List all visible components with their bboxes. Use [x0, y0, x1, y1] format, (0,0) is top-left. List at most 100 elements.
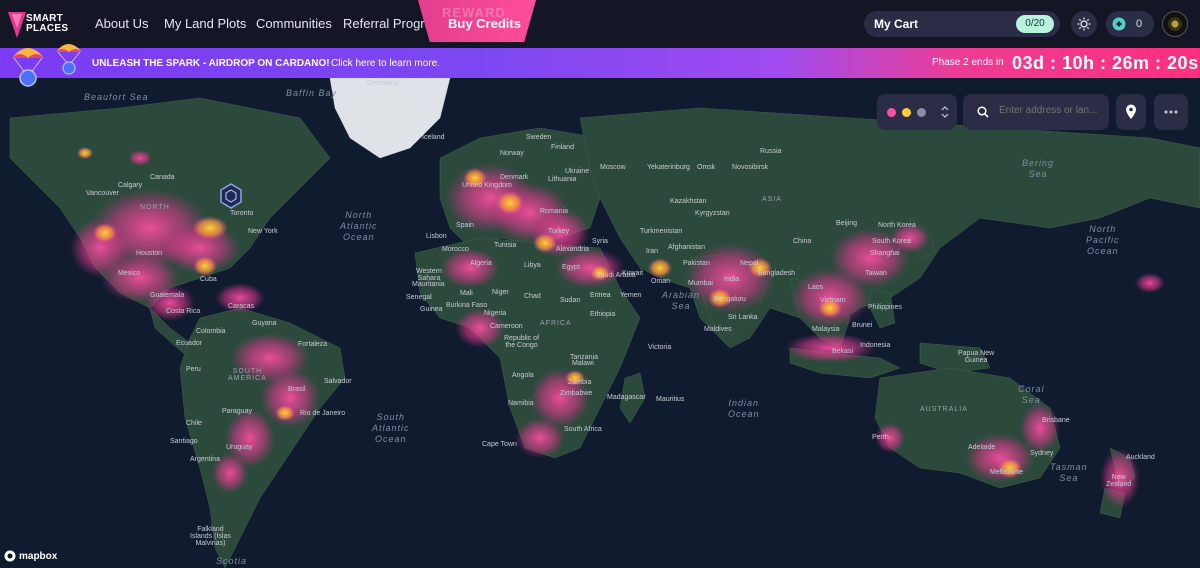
- app-root: North Atlantic Ocean South Atlantic Ocea…: [0, 0, 1200, 568]
- ocean-label-bering-sea: Bering Sea: [1022, 158, 1055, 179]
- place-label: Mali: [460, 290, 473, 297]
- map-pin-icon: [1126, 104, 1136, 119]
- place-label: Brasil: [288, 386, 306, 393]
- place-label: Houston: [136, 250, 163, 257]
- place-label: Papua New Guinea: [958, 350, 995, 364]
- filter-dot-pink[interactable]: [887, 108, 896, 117]
- banner-learn-more-link[interactable]: Click here to learn more.: [331, 58, 440, 69]
- search-bar[interactable]: [963, 94, 1109, 130]
- place-label: New York: [248, 228, 278, 235]
- promo-banner[interactable]: UNLEASH THE SPARK - AIRDROP ON CARDANO! …: [0, 48, 1200, 78]
- place-label: Eritrea: [590, 292, 611, 299]
- place-label: Pakistan: [683, 260, 710, 267]
- place-label: Mauritania: [412, 281, 445, 288]
- nav-communities[interactable]: Communities: [256, 16, 332, 31]
- place-label: Indonesia: [860, 342, 891, 349]
- filter-dot-gray[interactable]: [917, 108, 926, 117]
- place-label: Sweden: [526, 134, 552, 141]
- nav-my-land-plots[interactable]: My Land Plots: [164, 16, 246, 31]
- place-label: Nigeria: [484, 310, 507, 317]
- place-label: Mumbai: [688, 280, 713, 287]
- place-label: Yemen: [620, 292, 642, 299]
- place-label: South Africa: [564, 426, 602, 433]
- map-canvas[interactable]: [0, 78, 1200, 568]
- smart-places-logo[interactable]: SMART PLACES: [8, 8, 72, 40]
- buy-credits-label[interactable]: Buy Credits: [448, 16, 521, 31]
- place-label: Lithuania: [548, 176, 577, 183]
- ocean-label-coral-sea: Coral Sea: [1018, 384, 1045, 405]
- credit-coin-icon: [1112, 17, 1126, 31]
- ocean-label-arabian-sea: Arabian Sea: [662, 290, 701, 311]
- place-label: China: [793, 238, 812, 245]
- place-label: Salvador: [324, 378, 352, 385]
- cart-count-badge: 0/20: [1016, 15, 1054, 33]
- ocean-label-north-atlantic: North Atlantic Ocean: [340, 210, 378, 242]
- layer-filter-control[interactable]: [877, 94, 957, 130]
- phase-label: Phase 2 ends in: [932, 57, 1004, 68]
- ocean-label-south-atlantic: South Atlantic Ocean: [372, 412, 410, 444]
- place-label: Auckland: [1126, 454, 1155, 461]
- place-label: Moscow: [600, 164, 626, 171]
- sun-icon: [1077, 17, 1091, 31]
- place-label: Zimbabwe: [560, 390, 593, 397]
- place-label: Colombia: [196, 328, 226, 335]
- place-label: Perth: [872, 434, 889, 441]
- ocean-label-beaufort-sea: Beaufort Sea: [84, 92, 149, 102]
- parachute-icon: [12, 44, 82, 87]
- place-label: Tunisia: [494, 242, 517, 249]
- place-label: Sydney: [1030, 450, 1054, 457]
- place-label: Bekasi: [832, 348, 854, 355]
- place-label: Oman: [651, 278, 671, 285]
- place-label: Caracas: [228, 303, 255, 310]
- ocean-label-tasman-sea: Tasman Sea: [1050, 462, 1088, 483]
- countdown-timer: 03d : 10h : 26m : 20s: [1012, 53, 1199, 73]
- place-label: Ecuador: [176, 340, 203, 347]
- place-label: Lisbon: [426, 233, 447, 240]
- place-label: Romania: [540, 208, 569, 215]
- world-map[interactable]: North Atlantic Ocean South Atlantic Ocea…: [0, 78, 1200, 568]
- continent-label-north: NORTH: [140, 204, 170, 211]
- place-label: Bangladesh: [758, 270, 795, 277]
- place-label: Taiwan: [865, 270, 887, 277]
- place-label: Cameroon: [490, 323, 523, 330]
- place-label: Vancouver: [86, 190, 119, 197]
- filter-dot-yellow[interactable]: [902, 108, 911, 117]
- nav-about-us[interactable]: About Us: [95, 16, 148, 31]
- place-label: Spain: [456, 222, 474, 229]
- place-label: India: [724, 276, 740, 283]
- search-input[interactable]: [999, 105, 1099, 116]
- place-label: Victoria: [648, 344, 672, 351]
- place-label: Chile: [186, 420, 202, 427]
- cart-label: My Cart: [874, 17, 919, 31]
- logo-icon: [8, 12, 26, 38]
- logo-text: SMART PLACES: [26, 13, 69, 34]
- place-label: Cuba: [200, 276, 217, 283]
- place-label: Niger: [492, 289, 509, 296]
- place-label: New Zealand: [1106, 474, 1132, 488]
- place-label: Calgary: [118, 182, 143, 189]
- place-label: Denmark: [500, 174, 529, 181]
- place-label: Uruguay: [226, 444, 253, 451]
- mapbox-attribution[interactable]: mapbox: [4, 550, 57, 562]
- theme-toggle-button[interactable]: [1071, 11, 1097, 37]
- place-label: Guinea: [420, 306, 443, 313]
- place-label: Alexandria: [556, 246, 590, 253]
- more-options-button[interactable]: [1154, 94, 1188, 130]
- place-label: Yekaterinburg: [647, 164, 690, 171]
- place-label: Fortaleza: [298, 341, 328, 348]
- search-icon: [977, 106, 989, 118]
- credits-balance-button[interactable]: 0: [1106, 11, 1154, 37]
- map-location-marker[interactable]: [220, 183, 242, 209]
- ocean-label-indian: Indian Ocean: [728, 398, 760, 419]
- continent-label-south-america: SOUTH AMERICA: [228, 368, 267, 382]
- place-label: Vietnam: [820, 297, 846, 304]
- place-label: Peru: [186, 366, 201, 373]
- chevron-updown-icon: [941, 106, 949, 118]
- place-label: North Korea: [878, 222, 916, 229]
- locate-button[interactable]: [1116, 94, 1146, 130]
- place-label: Falkland Islands (Islas Malvinas): [190, 526, 231, 547]
- ocean-label-north-pacific: North Pacific Ocean: [1086, 224, 1120, 256]
- my-cart-button[interactable]: My Cart 0/20: [864, 11, 1060, 37]
- place-label: Norway: [500, 150, 524, 157]
- user-avatar[interactable]: [1162, 11, 1188, 37]
